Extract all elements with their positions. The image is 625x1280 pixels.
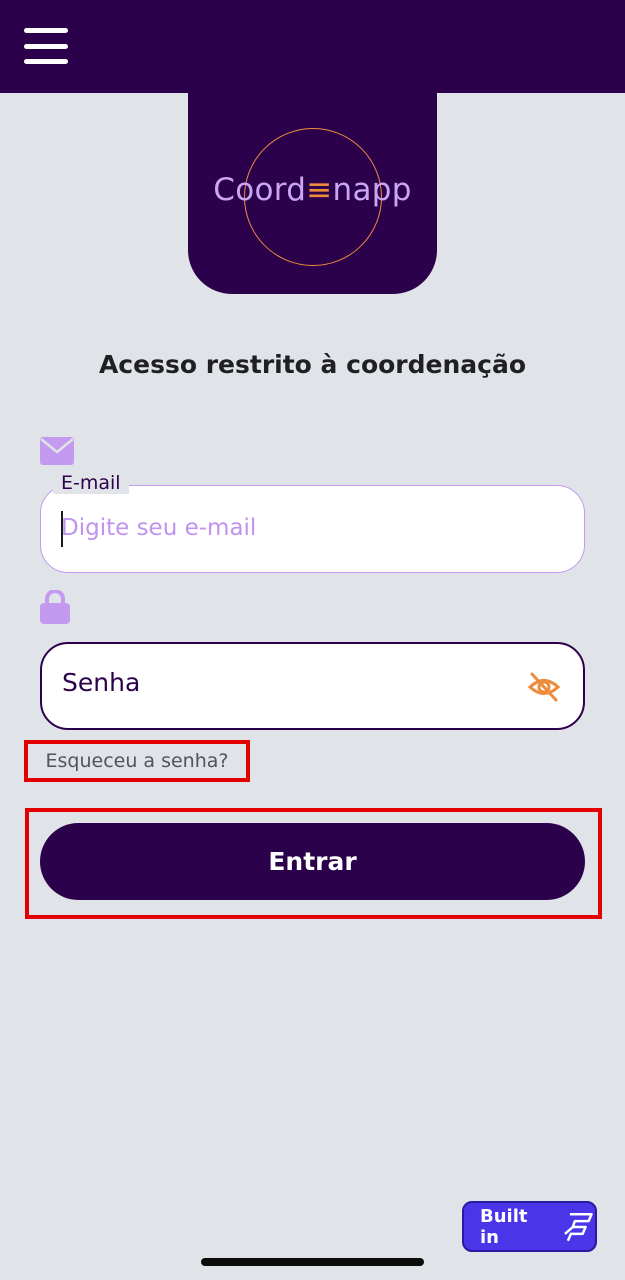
email-label: E-mail: [53, 472, 129, 494]
flutterflow-icon: [563, 1212, 593, 1241]
page-title: Acesso restrito à coordenação: [98, 350, 527, 379]
lock-icon: [40, 590, 70, 624]
app-header: [0, 0, 625, 93]
forgot-password-link[interactable]: Esqueceu a senha?: [24, 740, 250, 782]
forgot-password-label: Esqueceu a senha?: [45, 750, 229, 772]
text-caret: [61, 511, 63, 547]
app-logo: Coord≡napp: [188, 92, 437, 294]
home-indicator: [201, 1258, 424, 1266]
envelope-icon: [40, 437, 74, 465]
built-in-label: Built in: [480, 1205, 528, 1248]
email-input[interactable]: [61, 508, 531, 548]
eye-off-icon[interactable]: [527, 670, 561, 704]
hamburger-menu-icon[interactable]: [24, 28, 70, 64]
logo-text: Coord≡napp: [213, 172, 412, 208]
password-placeholder: Senha: [62, 668, 141, 697]
password-field[interactable]: Senha: [40, 642, 585, 730]
login-button[interactable]: Entrar: [40, 823, 585, 900]
email-field[interactable]: E-mail: [40, 472, 585, 573]
built-in-badge[interactable]: Built in: [462, 1201, 597, 1252]
